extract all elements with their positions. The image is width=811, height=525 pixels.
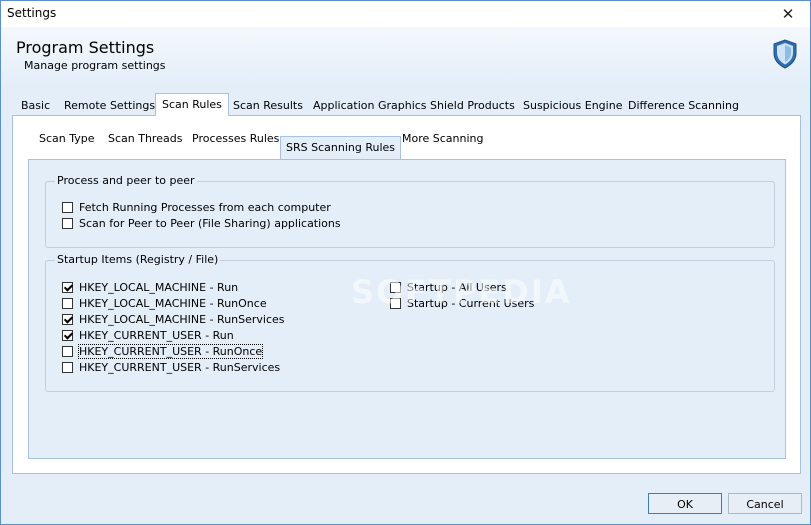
- cancel-button[interactable]: Cancel: [728, 493, 802, 514]
- window-title: Settings: [7, 6, 57, 20]
- checkbox-box[interactable]: [62, 201, 73, 213]
- tab-application-graphics[interactable]: Application Graphics: [307, 96, 433, 115]
- checkbox-box[interactable]: [62, 281, 73, 293]
- tab-processes-rules[interactable]: Processes Rules: [186, 130, 285, 148]
- checkbox-label: HKEY_LOCAL_MACHINE - Run: [79, 280, 239, 294]
- tab-shield-products[interactable]: Shield Products: [424, 96, 521, 115]
- tab-remote-settings[interactable]: Remote Settings: [58, 96, 161, 115]
- tab-srs-scanning-rules[interactable]: SRS Scanning Rules: [280, 136, 402, 159]
- tab-more-scanning[interactable]: More Scanning: [396, 130, 490, 148]
- hklm-run-checkbox[interactable]: HKEY_LOCAL_MACHINE - Run: [62, 279, 238, 295]
- tab-scan-threads[interactable]: Scan Threads: [102, 130, 188, 148]
- tab-scan-rules[interactable]: Scan Rules: [155, 93, 229, 116]
- peer-to-peer-checkbox[interactable]: Scan for Peer to Peer (File Sharing) app…: [62, 215, 341, 231]
- title-bar: Settings ✕: [1, 1, 810, 27]
- checkbox-label: HKEY_LOCAL_MACHINE - RunOnce: [79, 296, 267, 310]
- tab-scan-results[interactable]: Scan Results: [227, 96, 309, 115]
- dialog-footer: OK Cancel: [1, 481, 810, 524]
- checkbox-label: Fetch Running Processes from each comput…: [79, 200, 331, 214]
- checkbox-label: Scan for Peer to Peer (File Sharing) app…: [79, 216, 341, 230]
- main-tab-strip: Basic Remote Settings Scan Rules Scan Re…: [1, 87, 810, 116]
- checkbox-box[interactable]: [62, 329, 73, 341]
- checkbox-box[interactable]: [62, 297, 73, 309]
- checkbox-label: HKEY_CURRENT_USER - RunServices: [79, 360, 281, 374]
- checkbox-box[interactable]: [62, 345, 73, 357]
- hkcu-runservices-checkbox[interactable]: HKEY_CURRENT_USER - RunServices: [62, 359, 280, 375]
- tab-suspicious-engine[interactable]: Suspicious Engine: [517, 96, 628, 115]
- close-icon[interactable]: ✕: [766, 1, 810, 27]
- softpedia-watermark: SOFTPEDIA: [351, 273, 572, 311]
- page-subtitle: Manage program settings: [24, 59, 166, 72]
- hklm-runservices-checkbox[interactable]: HKEY_LOCAL_MACHINE - RunServices: [62, 311, 285, 327]
- checkbox-label: HKEY_LOCAL_MACHINE - RunServices: [79, 312, 285, 326]
- page-title: Program Settings: [16, 38, 155, 57]
- hkcu-run-checkbox[interactable]: HKEY_CURRENT_USER - Run: [62, 327, 234, 343]
- hkcu-runonce-checkbox[interactable]: HKEY_CURRENT_USER - RunOnce: [62, 343, 264, 359]
- ok-button[interactable]: OK: [648, 493, 722, 514]
- checkbox-label: HKEY_CURRENT_USER - RunOnce: [77, 343, 264, 359]
- process-group: Process and peer to peer Fetch Running P…: [45, 174, 775, 248]
- tab-basic[interactable]: Basic: [15, 96, 56, 115]
- fetch-processes-checkbox[interactable]: Fetch Running Processes from each comput…: [62, 199, 331, 215]
- settings-window: Settings ✕ Program Settings Manage progr…: [0, 0, 811, 525]
- tab-scan-type[interactable]: Scan Type: [33, 130, 101, 148]
- startup-group-legend: Startup Items (Registry / File): [55, 253, 221, 266]
- checkbox-box[interactable]: [62, 313, 73, 325]
- shield-icon: [773, 39, 797, 69]
- checkbox-label: HKEY_CURRENT_USER - Run: [79, 328, 234, 342]
- hklm-runonce-checkbox[interactable]: HKEY_LOCAL_MACHINE - RunOnce: [62, 295, 267, 311]
- checkbox-box[interactable]: [62, 361, 73, 373]
- page-header: Program Settings Manage program settings: [1, 27, 810, 87]
- inner-tab-strip: Scan Type Scan Threads Processes Rules S…: [13, 116, 800, 159]
- process-group-legend: Process and peer to peer: [55, 174, 197, 187]
- tab-difference-scanning[interactable]: Difference Scanning: [622, 96, 745, 115]
- checkbox-box[interactable]: [62, 217, 73, 229]
